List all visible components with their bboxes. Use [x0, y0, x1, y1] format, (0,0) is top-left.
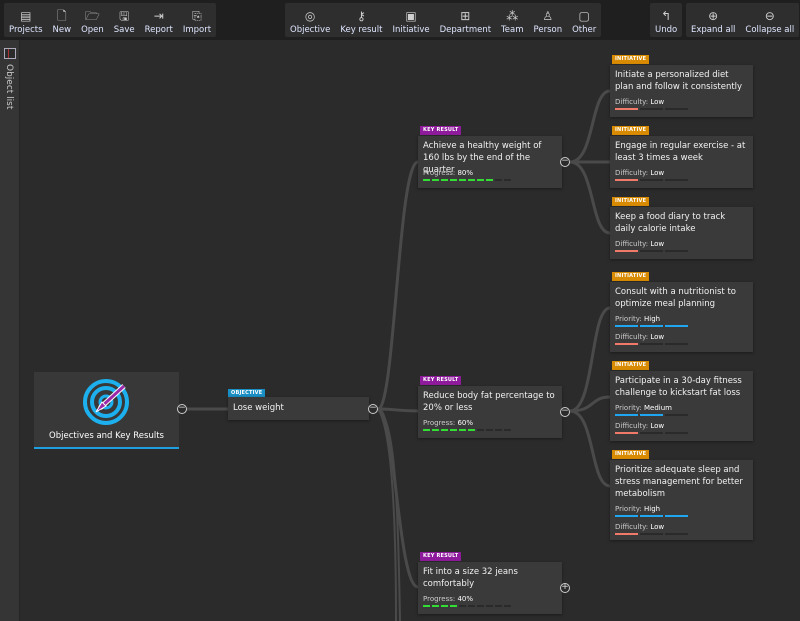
initiative-tag: INITIATIVE — [612, 450, 650, 459]
difficulty-label: Difficulty: — [615, 240, 649, 248]
key-result-node[interactable]: Achieve a healthy weight of 160 lbs by t… — [418, 136, 562, 188]
initiative-tag: INITIATIVE — [612, 361, 650, 370]
key-result-title: Fit into a size 32 jeans comfortably — [423, 567, 518, 589]
connector — [377, 408, 397, 621]
priority-bar — [610, 514, 693, 517]
initiative-tag: INITIATIVE — [612, 55, 650, 64]
progress-label: Progress: — [423, 169, 456, 177]
key-result-tag: KEY RESULT — [420, 552, 462, 561]
initiative-title: Consult with a nutritionist to optimize … — [615, 287, 736, 309]
initiative-title: Participate in a 30-day fitness challeng… — [615, 376, 742, 398]
difficulty-label: Difficulty: — [615, 523, 649, 531]
difficulty-bar — [610, 342, 693, 345]
collapse-button[interactable]: − — [560, 407, 570, 417]
initiative-tag: INITIATIVE — [612, 272, 650, 281]
objective-node[interactable]: Lose weight — [228, 397, 369, 420]
connector — [377, 407, 419, 413]
key-result-tag: KEY RESULT — [420, 376, 462, 385]
difficulty-label: Difficulty: — [615, 422, 649, 430]
difficulty-bar — [610, 431, 693, 434]
priority-bar — [610, 413, 693, 416]
progress-bar — [418, 604, 516, 607]
root-node[interactable]: Objectives and Key Results — [34, 372, 179, 449]
difficulty-value: Low — [650, 240, 665, 248]
priority-value: High — [644, 315, 661, 323]
initiative-title: Engage in regular exercise - at least 3 … — [615, 141, 746, 163]
initiative-title: Keep a food diary to track daily calorie… — [615, 212, 726, 234]
progress-bar — [418, 428, 516, 431]
difficulty-value: Low — [650, 422, 665, 430]
difficulty-label: Difficulty: — [615, 333, 649, 341]
priority-label: Priority: — [615, 315, 642, 323]
progress-label: Progress: — [423, 595, 456, 603]
initiative-node[interactable]: Keep a food diary to track daily calorie… — [610, 207, 753, 259]
progress-bar — [418, 178, 516, 181]
difficulty-value: Low — [650, 98, 665, 106]
key-result-title: Reduce body fat percentage to 20% or les… — [423, 391, 555, 413]
difficulty-bar — [610, 178, 693, 181]
expand-button[interactable]: + — [560, 583, 570, 593]
initiative-node[interactable]: Initiate a personalized diet plan and fo… — [610, 65, 753, 117]
connector — [376, 160, 419, 411]
progress-value: 80% — [457, 169, 474, 177]
difficulty-label: Difficulty: — [615, 98, 649, 106]
difficulty-label: Difficulty: — [615, 169, 649, 177]
initiative-title: Initiate a personalized diet plan and fo… — [615, 70, 743, 92]
progress-label: Progress: — [423, 419, 456, 427]
initiative-node[interactable]: Engage in regular exercise - at least 3 … — [610, 136, 753, 188]
connector — [569, 160, 611, 235]
priority-value: Medium — [644, 404, 672, 412]
progress-value: 40% — [457, 595, 474, 603]
initiative-node[interactable]: Consult with a nutritionist to optimize … — [610, 282, 753, 352]
priority-bar — [610, 324, 693, 327]
difficulty-value: Low — [650, 333, 665, 341]
difficulty-value: Low — [650, 523, 665, 531]
key-result-node[interactable]: Reduce body fat percentage to 20% or les… — [418, 386, 562, 438]
initiative-node[interactable]: Prioritize adequate sleep and stress man… — [610, 460, 753, 540]
initiative-node[interactable]: Participate in a 30-day fitness challeng… — [610, 371, 753, 441]
priority-label: Priority: — [615, 404, 642, 412]
connector — [569, 89, 611, 164]
objective-title: Lose weight — [233, 403, 284, 413]
objective-collapse-button[interactable]: − — [368, 404, 378, 414]
root-collapse-button[interactable]: − — [177, 404, 187, 414]
key-result-node[interactable]: Fit into a size 32 jeans comfortably Pro… — [418, 562, 562, 614]
collapse-button[interactable]: − — [560, 157, 570, 167]
initiative-title: Prioritize adequate sleep and stress man… — [615, 465, 743, 499]
priority-label: Priority: — [615, 505, 642, 513]
root-label: Objectives and Key Results — [49, 431, 164, 441]
progress-value: 60% — [457, 419, 474, 427]
initiative-tag: INITIATIVE — [612, 197, 650, 206]
difficulty-bar — [610, 107, 693, 110]
connector — [569, 306, 611, 413]
key-result-tag: KEY RESULT — [420, 126, 462, 135]
target-arrow-icon — [82, 379, 129, 425]
difficulty-bar — [610, 249, 693, 252]
difficulty-value: Low — [650, 169, 665, 177]
priority-value: High — [644, 505, 661, 513]
connector — [569, 409, 611, 488]
initiative-tag: INITIATIVE — [612, 126, 650, 135]
difficulty-bar — [610, 532, 693, 535]
